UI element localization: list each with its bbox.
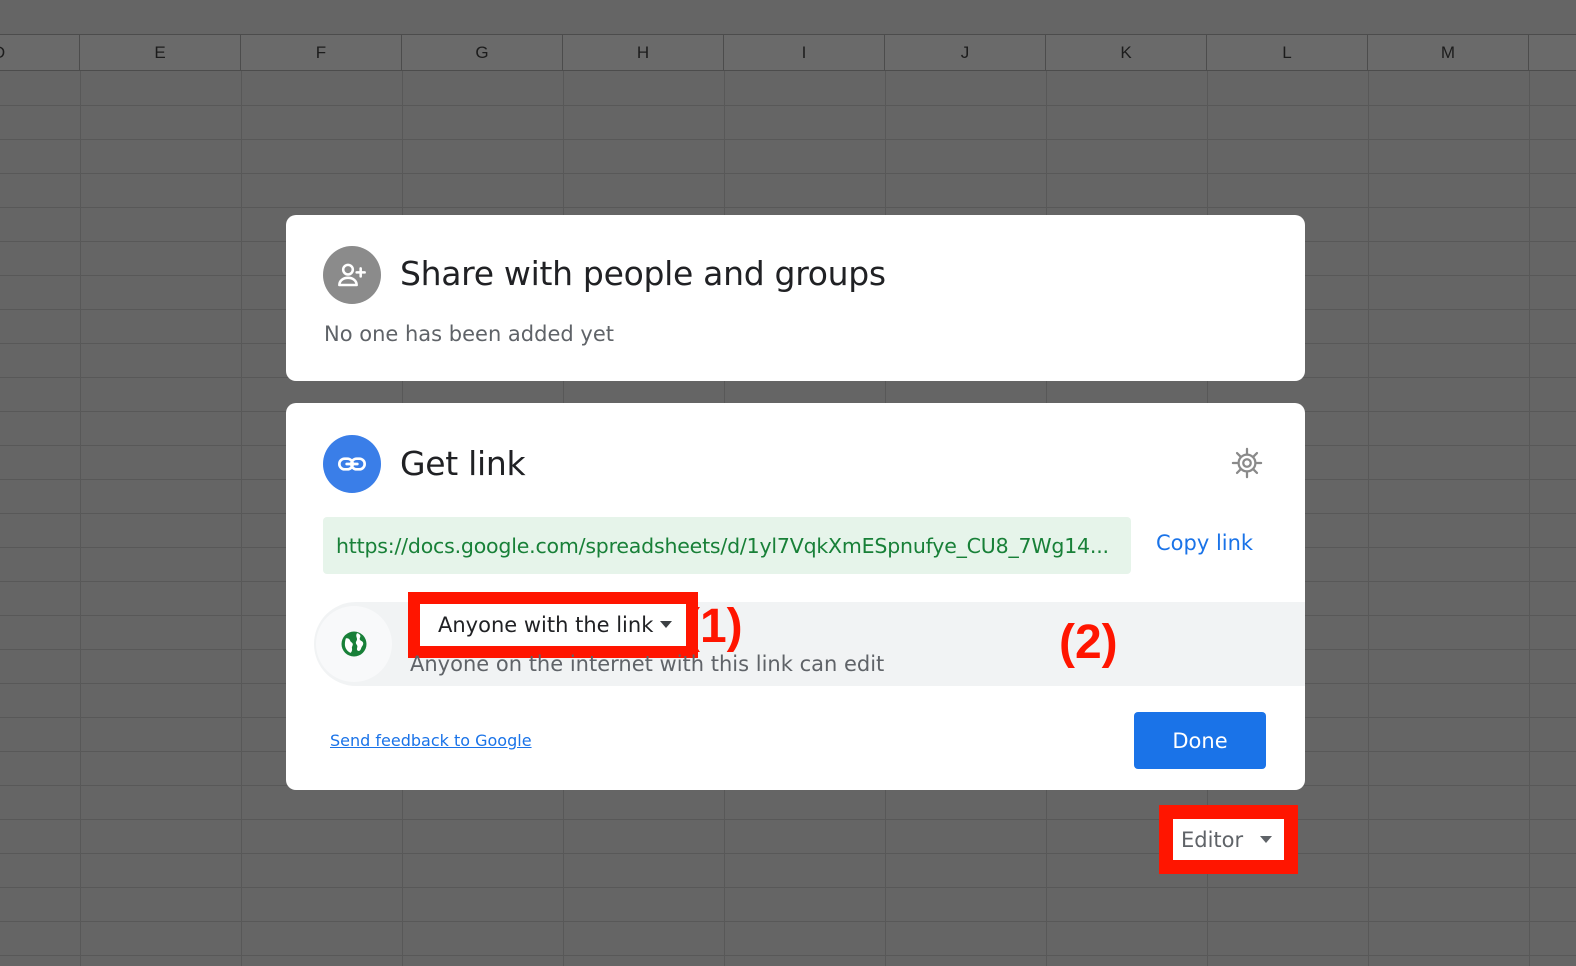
share-link-field[interactable]: https://docs.google.com/spreadsheets/d/1… bbox=[323, 517, 1131, 574]
column-header-row: D E F G H I J K L M bbox=[0, 34, 1576, 71]
grid-row-line bbox=[0, 921, 1576, 922]
grid-column-line bbox=[241, 71, 242, 966]
done-button[interactable]: Done bbox=[1134, 712, 1266, 769]
column-header-e[interactable]: E bbox=[80, 35, 241, 71]
role-selected: Editor bbox=[1181, 827, 1244, 852]
column-header-i[interactable]: I bbox=[724, 35, 885, 71]
grid-column-line bbox=[1368, 71, 1369, 966]
person-add-icon bbox=[323, 246, 381, 304]
grid-row-line bbox=[0, 955, 1576, 956]
role-dropdown[interactable]: Editor bbox=[1159, 805, 1298, 874]
column-header-g[interactable]: G bbox=[402, 35, 563, 71]
share-link-url: https://docs.google.com/spreadsheets/d/1… bbox=[336, 533, 1109, 558]
share-title: Share with people and groups bbox=[400, 254, 886, 293]
send-feedback-link[interactable]: Send feedback to Google bbox=[330, 731, 532, 750]
column-header-j[interactable]: J bbox=[885, 35, 1046, 71]
general-access-description: Anyone on the internet with this link ca… bbox=[410, 652, 885, 676]
grid-row-line bbox=[0, 139, 1576, 140]
share-subtitle: No one has been added yet bbox=[324, 322, 614, 346]
general-access-selected: Anyone with the link bbox=[438, 613, 654, 637]
column-header-h[interactable]: H bbox=[563, 35, 724, 71]
copy-link-button[interactable]: Copy link bbox=[1156, 531, 1253, 555]
grid-column-line bbox=[80, 71, 81, 966]
grid-row-line bbox=[0, 173, 1576, 174]
get-link-title: Get link bbox=[400, 444, 526, 483]
grid-row-line bbox=[0, 207, 1576, 208]
share-people-card: Share with people and groups No one has … bbox=[286, 215, 1305, 381]
grid-row-line bbox=[0, 887, 1576, 888]
link-icon bbox=[323, 435, 381, 493]
chevron-down-icon bbox=[1260, 836, 1272, 843]
column-header-f[interactable]: F bbox=[241, 35, 402, 71]
grid-column-line bbox=[1529, 71, 1530, 966]
globe-icon bbox=[316, 606, 392, 682]
grid-row-line bbox=[0, 105, 1576, 106]
column-header-d[interactable]: D bbox=[0, 35, 80, 71]
column-header-l[interactable]: L bbox=[1207, 35, 1368, 71]
chevron-down-icon bbox=[660, 621, 672, 628]
general-access-row: Anyone with the link Anyone on the inter… bbox=[314, 592, 1305, 874]
column-header-k[interactable]: K bbox=[1046, 35, 1207, 71]
column-header-m[interactable]: M bbox=[1368, 35, 1529, 71]
grid-row-line bbox=[0, 853, 1576, 854]
grid-row-line bbox=[0, 819, 1576, 820]
annotation-step-1: (1) bbox=[684, 600, 743, 653]
get-link-card: Get link https://docs.google.com/spreads… bbox=[286, 403, 1305, 874]
annotation-step-2: (2) bbox=[1059, 616, 1118, 669]
general-access-dropdown[interactable]: Anyone with the link bbox=[408, 592, 698, 658]
gear-icon[interactable] bbox=[1227, 443, 1267, 483]
